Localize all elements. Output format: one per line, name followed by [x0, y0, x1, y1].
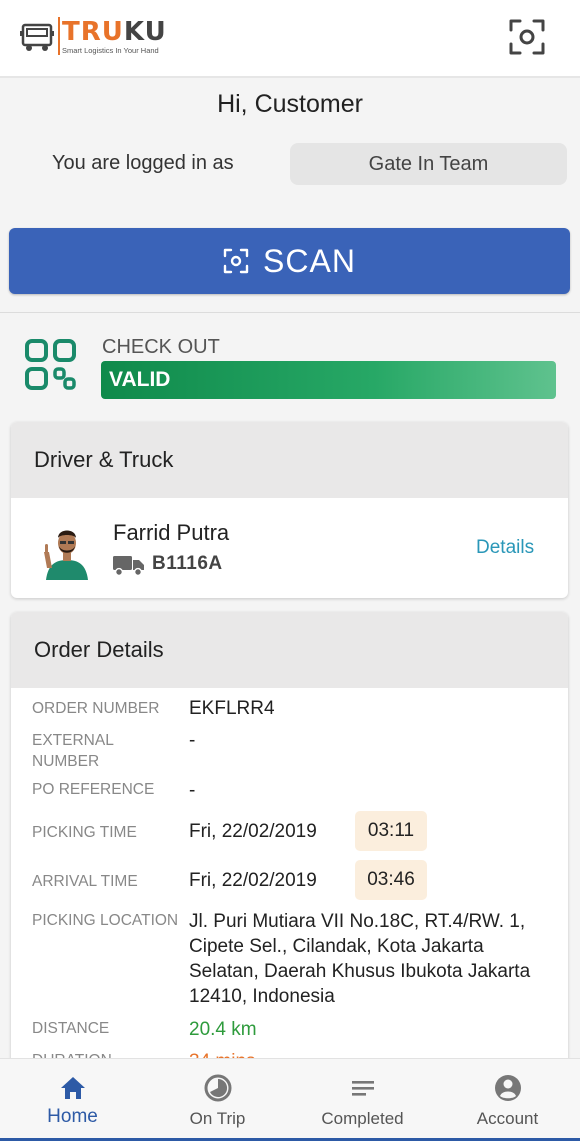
brand-tagline: Smart Logistics In Your Hand — [62, 46, 159, 55]
logged-in-label: You are logged in as — [52, 152, 234, 174]
truck-icon — [113, 556, 144, 576]
driver-truck-card: Driver & Truck Farrid Putra B1116A Detai… — [11, 422, 568, 598]
arrival-time-badge: 03:46 — [355, 860, 427, 900]
external-number-label: EXTERNAL NUMBER — [32, 732, 114, 770]
account-icon — [495, 1075, 521, 1101]
status-result-badge: VALID — [101, 361, 556, 399]
truck-plate: B1116A — [152, 553, 223, 574]
nav-home[interactable]: Home — [0, 1059, 145, 1141]
qr-code-icon — [25, 339, 76, 390]
picking-location-label: PICKING LOCATION — [32, 912, 179, 929]
brand-name-part2: KU — [123, 17, 167, 47]
nav-completed-label: Completed — [321, 1109, 404, 1128]
distance-label: DISTANCE — [32, 1020, 110, 1037]
greeting-text: Hi, Customer — [217, 90, 363, 118]
nav-account[interactable]: Account — [435, 1059, 580, 1141]
driver-section-title: Driver & Truck — [11, 422, 568, 498]
distance-value: 20.4 km — [189, 1019, 257, 1040]
scan-icon[interactable] — [508, 18, 546, 56]
list-icon — [352, 1081, 374, 1096]
picking-time-badge: 03:11 — [355, 811, 427, 851]
brand-name: TRUKU — [62, 17, 167, 47]
nav-home-label: Home — [47, 1106, 98, 1127]
bottom-navigation: Home On Trip Completed Account — [0, 1058, 580, 1141]
scan-button-label: SCAN — [263, 242, 356, 279]
nav-completed[interactable]: Completed — [290, 1059, 435, 1141]
section-divider — [0, 312, 580, 313]
po-reference-label: PO REFERENCE — [32, 781, 155, 798]
status-type: CHECK OUT — [102, 336, 220, 358]
driver-name: Farrid Putra — [113, 520, 230, 545]
brand-logo: TRUKU Smart Logistics In Your Hand — [20, 17, 170, 59]
order-details-card: Order Details ORDER NUMBER EKFLRR4 EXTER… — [11, 612, 568, 1072]
nav-on-trip-label: On Trip — [189, 1109, 246, 1128]
picking-location-value: Jl. Puri Mutiara VII No.18C, RT.4/RW. 1,… — [189, 911, 531, 1007]
nav-account-label: Account — [476, 1109, 539, 1128]
nav-on-trip[interactable]: On Trip — [145, 1059, 290, 1141]
picking-date-value: Fri, 22/02/2019 — [189, 821, 317, 842]
arrival-date-value: Fri, 22/02/2019 — [189, 870, 317, 891]
role-badge: Gate In Team — [290, 143, 567, 185]
truck-logo-icon — [20, 23, 54, 51]
logo-divider — [58, 17, 60, 55]
order-number-label: ORDER NUMBER — [32, 700, 160, 717]
order-number-value: EKFLRR4 — [189, 698, 275, 719]
po-reference-value: - — [189, 780, 196, 801]
scan-button-icon — [223, 248, 249, 274]
external-number-value: - — [189, 730, 196, 751]
picking-time-label: PICKING TIME — [32, 824, 137, 841]
clock-icon — [204, 1074, 232, 1102]
scan-button[interactable]: SCAN — [9, 228, 570, 294]
driver-avatar — [38, 522, 96, 580]
home-icon — [61, 1077, 85, 1099]
brand-name-part1: TRU — [62, 17, 124, 47]
top-bar: TRUKU Smart Logistics In Your Hand — [0, 0, 580, 78]
arrival-time-label: ARRIVAL TIME — [32, 873, 138, 890]
driver-details-link[interactable]: Details — [476, 537, 534, 559]
order-section-title: Order Details — [11, 612, 568, 688]
